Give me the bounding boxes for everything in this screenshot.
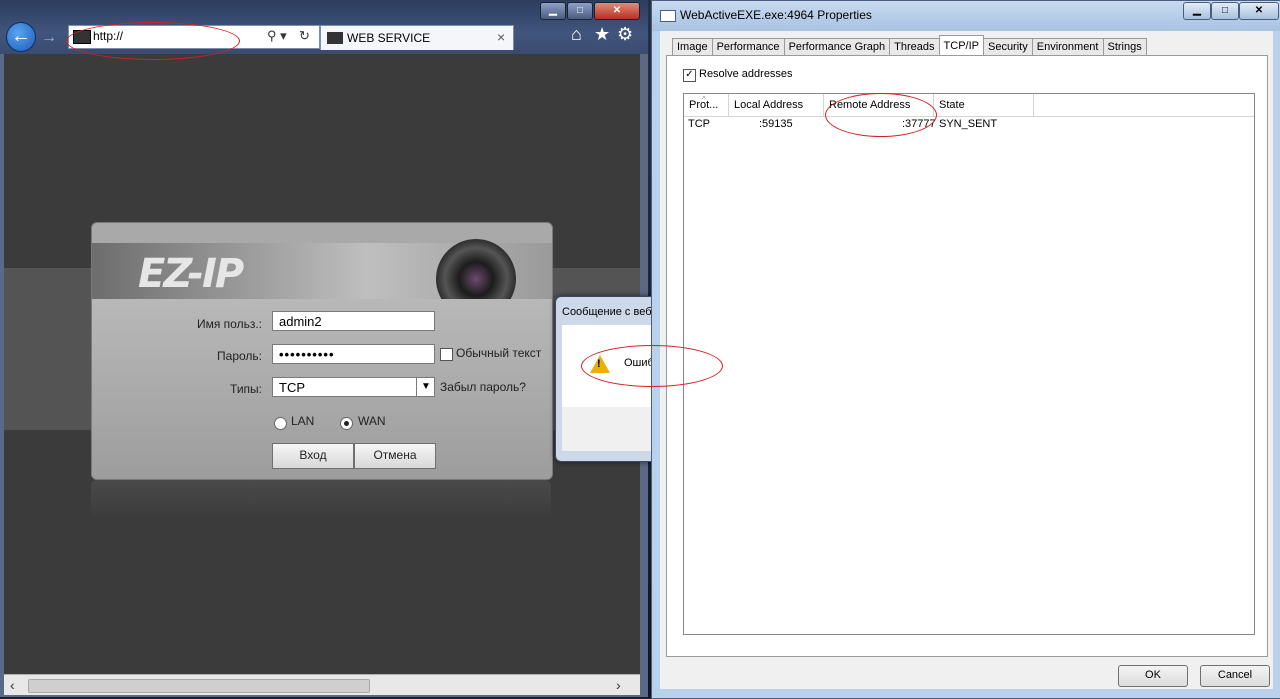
properties-cancel-button[interactable]: Cancel (1200, 665, 1270, 687)
properties-tabs: Image Performance Performance Graph Threads… (672, 35, 1147, 56)
browser-minimize-button[interactable]: ▁ (540, 2, 566, 20)
back-button[interactable]: ← (6, 22, 36, 52)
scroll-right-icon[interactable]: › (616, 677, 621, 693)
login-panel: EZ-IP Имя польз.: admin2 Пароль: •••••••… (91, 222, 553, 480)
refresh-icon[interactable]: ↻ (299, 28, 310, 44)
column-header-local-address[interactable]: Local Address (729, 94, 824, 116)
login-button[interactable]: Вход (272, 443, 354, 469)
horizontal-scrollbar[interactable]: ‹ › (4, 674, 640, 695)
tab-strings[interactable]: Strings (1102, 38, 1147, 56)
lan-radio[interactable] (274, 417, 287, 430)
column-header-protocol[interactable]: ^ Prot... (684, 94, 729, 116)
properties-minimize-button[interactable]: ▁ (1183, 2, 1211, 20)
cell-state[interactable]: SYN_SENT (939, 118, 997, 130)
password-label: Пароль: (217, 349, 262, 363)
tab-environment[interactable]: Environment (1031, 38, 1104, 56)
type-select[interactable]: TCP ▼ (272, 377, 435, 397)
ezip-logo: EZ-IP (138, 251, 244, 297)
properties-window: WebActiveEXE.exe:4964 Properties ▁ □ ✕ I… (651, 0, 1280, 699)
properties-maximize-button[interactable]: □ (1211, 2, 1239, 20)
forward-button[interactable]: → (40, 29, 58, 47)
type-select-value: TCP (279, 380, 305, 395)
login-header: EZ-IP (92, 239, 552, 319)
lan-label: LAN (291, 414, 315, 428)
plain-text-checkbox[interactable] (440, 348, 453, 361)
tab-favicon-icon (327, 32, 343, 44)
tab-threads[interactable]: Threads (889, 38, 940, 56)
browser-close-button[interactable]: ✕ (594, 2, 640, 20)
tab-security[interactable]: Security (982, 38, 1033, 56)
tab-title: WEB SERVICE (347, 31, 431, 45)
tcpip-panel: ✓ Resolve addresses ^ Prot... Local Addr… (666, 55, 1268, 657)
panel-reflection (91, 480, 551, 520)
annotation-ellipse-message (581, 345, 723, 387)
browser-maximize-button[interactable]: □ (567, 2, 593, 20)
sort-ascending-icon: ^ (702, 95, 706, 104)
cell-protocol[interactable]: TCP (688, 118, 710, 130)
properties-close-button[interactable]: ✕ (1239, 2, 1279, 20)
gear-icon[interactable]: ⚙ (617, 24, 633, 45)
cell-local-address[interactable]: :59135 (759, 118, 793, 130)
search-icon[interactable]: ⚲ ▾ (267, 28, 287, 44)
resolve-addresses-checkbox[interactable]: ✓ (683, 69, 696, 82)
home-icon[interactable]: ⌂ (571, 24, 582, 45)
properties-titlebar: WebActiveEXE.exe:4964 Properties ▁ □ ✕ (652, 1, 1280, 31)
wan-radio[interactable] (340, 417, 353, 430)
username-label: Имя польз.: (196, 317, 262, 331)
type-label: Типы: (230, 382, 262, 396)
tab-close-icon[interactable]: × (497, 29, 505, 45)
cancel-button[interactable]: Отмена (354, 443, 436, 469)
plain-text-label: Обычный текст (456, 346, 542, 360)
column-header-state[interactable]: State (934, 94, 1034, 116)
tab-image[interactable]: Image (672, 38, 713, 56)
browser-tab[interactable]: WEB SERVICE × (320, 25, 514, 50)
list-header: ^ Prot... Local Address Remote Address S… (684, 94, 1254, 117)
annotation-ellipse-address (66, 22, 240, 60)
resolve-addresses-label: Resolve addresses (699, 68, 793, 80)
username-input[interactable]: admin2 (272, 311, 435, 331)
window-icon (660, 10, 676, 22)
scroll-thumb[interactable] (28, 679, 370, 693)
properties-client-area: Image Performance Performance Graph Threads… (660, 31, 1273, 689)
wan-radio-dot (344, 421, 349, 426)
wan-label: WAN (358, 414, 386, 428)
tab-performance-graph[interactable]: Performance Graph (783, 38, 891, 56)
password-input[interactable]: •••••••••• (272, 344, 435, 364)
chevron-down-icon[interactable]: ▼ (416, 377, 435, 397)
scroll-left-icon[interactable]: ‹ (10, 677, 15, 693)
tab-performance[interactable]: Performance (711, 38, 785, 56)
connections-list: ^ Prot... Local Address Remote Address S… (683, 93, 1255, 635)
properties-ok-button[interactable]: OK (1118, 665, 1188, 687)
properties-title: WebActiveEXE.exe:4964 Properties (680, 8, 872, 22)
forgot-password-link[interactable]: Забыл пароль? (440, 380, 526, 394)
tab-tcpip[interactable]: TCP/IP (938, 35, 984, 56)
annotation-ellipse-remote-address (825, 93, 937, 137)
favorites-star-icon[interactable]: ★ (594, 24, 610, 45)
